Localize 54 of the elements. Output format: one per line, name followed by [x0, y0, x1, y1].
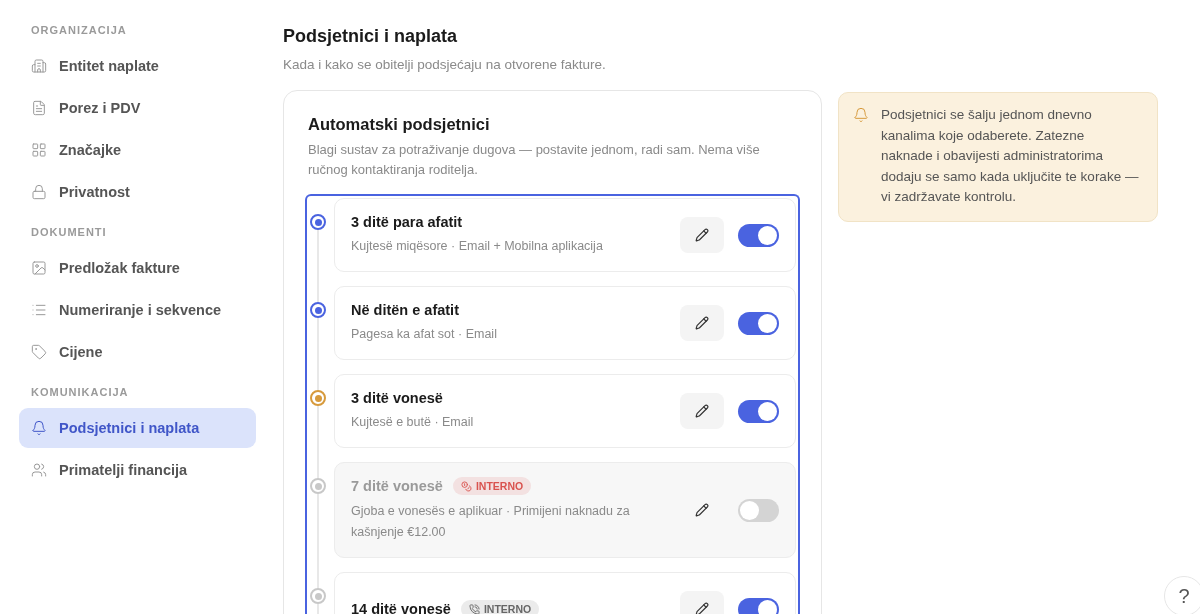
sidebar-item[interactable]: Numeriranje i sekvence	[19, 290, 256, 330]
document-icon	[31, 100, 47, 116]
building-icon	[31, 58, 47, 74]
step-title: 14 ditë vonesë	[351, 601, 451, 614]
step-detail: Kujtesë miqësore · Email + Mobilna aplikacija	[351, 237, 604, 255]
step-title: 3 ditë para afatit	[351, 213, 463, 230]
section-heading: ORGANIZACIJA	[30, 24, 128, 36]
edit-button[interactable]	[680, 393, 724, 429]
coins-icon	[460, 480, 472, 492]
toggle-switch[interactable]	[738, 597, 779, 614]
pencil-icon	[695, 602, 709, 614]
list-icon	[31, 302, 47, 318]
grid-icon	[31, 142, 47, 158]
sidebar-item[interactable]: Cijene	[19, 332, 256, 372]
users-icon	[31, 462, 47, 478]
help-button[interactable]: ?	[1164, 576, 1200, 614]
phone-icon	[468, 603, 480, 614]
toggle-switch[interactable]	[738, 498, 779, 522]
step-detail: Pagesa ka afat sot · Email	[351, 325, 498, 343]
step-detail: Kujtesë e butë · Email	[351, 413, 475, 431]
sidebar-item[interactable]: Porez i PDV	[19, 88, 256, 128]
card-title: Automatski podsjetnici	[308, 115, 491, 134]
lock-icon	[31, 184, 47, 200]
edit-button[interactable]	[680, 305, 724, 341]
pencil-icon	[695, 316, 709, 330]
step-title: 7 ditë vonesë	[351, 478, 443, 494]
tag-icon	[31, 344, 47, 360]
toggle-switch[interactable]	[738, 399, 779, 423]
toggle-switch[interactable]	[738, 311, 779, 335]
bell-icon	[853, 107, 869, 123]
sidebar-item[interactable]: Značajke	[19, 130, 256, 170]
image-icon	[31, 260, 47, 276]
page-subtitle: Kada i kako se obitelji podsjećaju na otvorene fakture.	[283, 57, 607, 72]
page-title: Podsjetnici i naplata	[283, 26, 459, 47]
sidebar-item[interactable]: Privatnost	[19, 172, 256, 212]
sidebar-item[interactable]: Entitet naplate	[19, 46, 256, 86]
pencil-icon	[695, 228, 709, 242]
section-heading: KOMUNIKACIJA	[30, 386, 130, 398]
pencil-icon	[695, 404, 709, 418]
notice-text: Podsjetnici se šalju jednom dnevno kanalima koje odaberete. Zatezne naknade i obavijesti administratorima dodaju se samo kada uključite te korake — vi zadržavate kontrolu.	[881, 106, 1139, 206]
step-detail: Gjoba e vonesës e aplikuar · Primijeni naknadu za kašnjenje €12.00	[351, 503, 631, 541]
tag: INTERNO	[452, 477, 532, 495]
step-title: Në ditën e afatit	[351, 301, 459, 318]
edit-button[interactable]	[680, 217, 724, 253]
sidebar-item[interactable]: Podsjetnici i naplata	[19, 408, 256, 448]
sidebar-item[interactable]: Predložak fakture	[19, 248, 256, 288]
bell-icon	[31, 420, 47, 436]
pencil-icon	[695, 503, 709, 517]
section-heading: DOKUMENTI	[30, 226, 108, 238]
card-description: Blagi sustav za potraživanje dugova — postavite jednom, radi sam. Nema više ručnog kontaktiranja roditelja.	[308, 141, 761, 179]
toggle-switch[interactable]	[738, 223, 779, 247]
tag: INTERNO	[460, 600, 540, 614]
sidebar-item[interactable]: Primatelji financija	[19, 450, 256, 490]
step-title: 3 ditë vonesë	[351, 389, 443, 406]
